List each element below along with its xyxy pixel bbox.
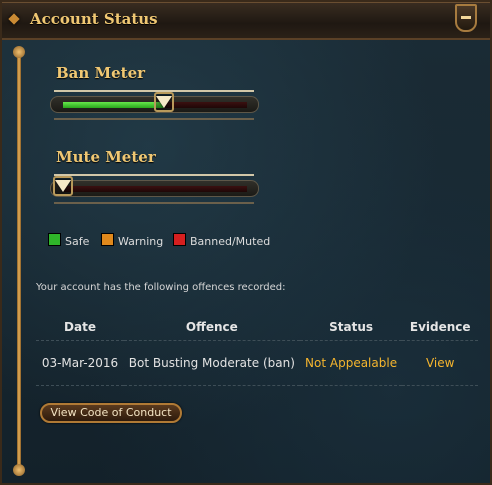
column-header-offence: Offence — [124, 314, 300, 341]
safe-swatch-icon — [48, 233, 61, 246]
meter-divider — [54, 118, 254, 120]
collapse-button[interactable] — [455, 4, 477, 32]
legend-item-banned: Banned/Muted — [173, 233, 270, 248]
table-row: 03-Mar-2016 Bot Busting Moderate (ban) N… — [36, 340, 478, 386]
decorative-rail — [17, 54, 21, 472]
title-bar: Account Status — [2, 2, 490, 40]
minus-icon — [461, 16, 471, 19]
warning-swatch-icon — [101, 233, 114, 246]
offences-table: Date Offence Status Evidence 03-Mar-2016… — [36, 314, 478, 386]
panel-title: Account Status — [30, 10, 158, 28]
mute-meter-label: Mute Meter — [56, 148, 156, 166]
evidence-view-link[interactable]: View — [402, 340, 478, 386]
ban-meter-empty — [164, 102, 247, 108]
meter-groove — [63, 92, 247, 112]
column-header-evidence: Evidence — [402, 314, 478, 341]
offence-status: Not Appealable — [299, 340, 403, 386]
meter-track — [50, 176, 259, 197]
meter-divider — [54, 202, 254, 204]
ban-meter-marker-icon — [156, 96, 172, 108]
ban-meter-fill — [63, 102, 164, 108]
column-header-status: Status — [299, 314, 403, 341]
mute-meter-marker-icon — [55, 180, 71, 192]
meter-divider — [54, 174, 254, 176]
offence-intro-text: Your account has the following offences … — [36, 282, 286, 293]
mute-meter-empty — [63, 186, 247, 192]
account-status-panel: Account Status Ban Meter Mute Meter Safe… — [0, 0, 492, 485]
view-code-of-conduct-button[interactable]: View Code of Conduct — [40, 403, 182, 423]
table-header-row: Date Offence Status Evidence — [36, 314, 478, 341]
offence-name: Bot Busting Moderate (ban) — [124, 340, 300, 386]
legend-item-warning: Warning — [101, 233, 163, 248]
meter-groove — [53, 176, 247, 196]
rail-cap-icon — [13, 46, 25, 58]
title-ornament-icon — [8, 13, 20, 25]
banned-swatch-icon — [173, 233, 186, 246]
meter-divider — [54, 90, 254, 92]
rail-cap-icon — [13, 464, 25, 476]
ban-meter — [50, 90, 259, 120]
meter-track — [50, 92, 259, 113]
mute-meter — [50, 174, 259, 204]
offence-date: 03-Mar-2016 — [36, 340, 124, 386]
column-header-date: Date — [36, 314, 124, 341]
legend-item-safe: Safe — [48, 233, 89, 248]
ban-meter-label: Ban Meter — [56, 64, 146, 82]
